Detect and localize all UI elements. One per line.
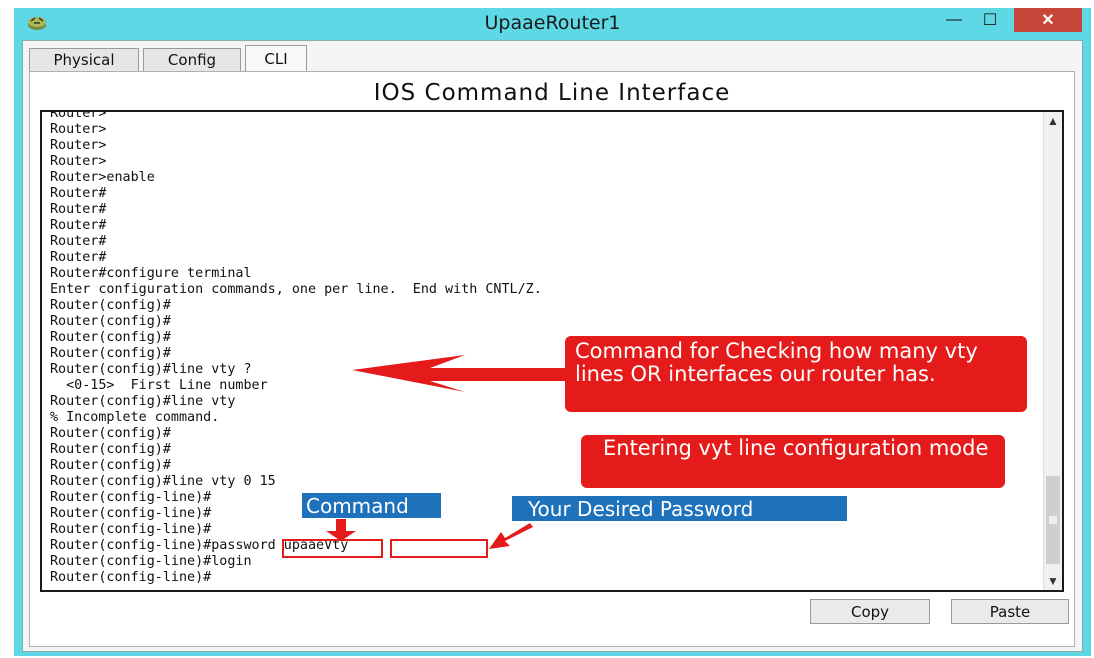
terminal-line: Router# xyxy=(50,234,107,249)
cli-panel: IOS Command Line Interface Router> Router… xyxy=(29,71,1075,647)
scroll-up-icon[interactable]: ▲ xyxy=(1044,114,1062,128)
scroll-grip-icon xyxy=(1049,516,1057,524)
terminal-line: Router(config-line)# xyxy=(50,570,212,585)
terminal-line: Router# xyxy=(50,202,107,217)
terminal-line: Router> xyxy=(50,110,107,121)
terminal-line: Router> xyxy=(50,154,107,169)
close-button[interactable]: ✕ xyxy=(1014,8,1082,32)
panel-title: IOS Command Line Interface xyxy=(373,80,731,106)
tab-cli[interactable]: CLI xyxy=(245,45,307,72)
terminal-line: Router(config)#line vty ? xyxy=(50,362,252,377)
terminal-line: Enter configuration commands, one per li… xyxy=(50,282,542,297)
terminal-line: <0-15> First Line number xyxy=(50,378,268,393)
maximize-button[interactable]: ☐ xyxy=(974,8,1006,32)
title-bar[interactable]: UpaaeRouter1 — ☐ ✕ xyxy=(14,8,1091,40)
terminal-line: Router(config-line)#login xyxy=(50,554,252,569)
terminal-line: Router# xyxy=(50,218,107,233)
terminal-line: Router(config)# xyxy=(50,442,171,457)
terminal-line: Router# xyxy=(50,186,107,201)
scroll-thumb[interactable] xyxy=(1046,476,1060,564)
terminal-line: Router(config)# xyxy=(50,346,171,361)
terminal-line: Router(config-line)#password upaaeVty xyxy=(50,538,349,553)
terminal-output: Router> Router> Router> Router> Router>enabl… xyxy=(50,110,542,586)
app-window: UpaaeRouter1 — ☐ ✕ Physical Config CLI I… xyxy=(14,8,1091,656)
terminal-line: Router# xyxy=(50,250,107,265)
terminal-line: Router> xyxy=(50,138,107,153)
terminal-line: Router(config)#line vty 0 15 xyxy=(50,474,276,489)
terminal-line: Router(config-line)# xyxy=(50,490,212,505)
terminal-line: Router(config-line)# xyxy=(50,506,212,521)
terminal-line: Router> xyxy=(50,122,107,137)
terminal-line: Router>enable xyxy=(50,170,155,185)
tab-physical[interactable]: Physical xyxy=(29,48,139,71)
tab-config[interactable]: Config xyxy=(143,48,241,71)
terminal-scrollbar[interactable]: ▲ ▼ xyxy=(1043,112,1062,590)
window-title: UpaaeRouter1 xyxy=(484,12,621,34)
terminal-line: Router(config)# xyxy=(50,298,171,313)
minimize-button[interactable]: — xyxy=(938,8,970,32)
terminal-line: Router(config)#line vty xyxy=(50,394,236,409)
terminal-line: Router(config-line)# xyxy=(50,522,212,537)
terminal-line: Router(config)# xyxy=(50,330,171,345)
cli-terminal[interactable]: Router> Router> Router> Router> Router>enabl… xyxy=(40,110,1064,592)
copy-button[interactable]: Copy xyxy=(810,599,930,624)
terminal-line: % Incomplete command. xyxy=(50,410,220,425)
window-content: Physical Config CLI IOS Command Line Int… xyxy=(22,40,1083,652)
terminal-line: Router(config)# xyxy=(50,314,171,329)
terminal-line: Router(config)# xyxy=(50,426,171,441)
scroll-down-icon[interactable]: ▼ xyxy=(1044,574,1062,588)
paste-button[interactable]: Paste xyxy=(951,599,1069,624)
terminal-line: Router#configure terminal xyxy=(50,266,252,281)
terminal-line: Router(config)# xyxy=(50,458,171,473)
